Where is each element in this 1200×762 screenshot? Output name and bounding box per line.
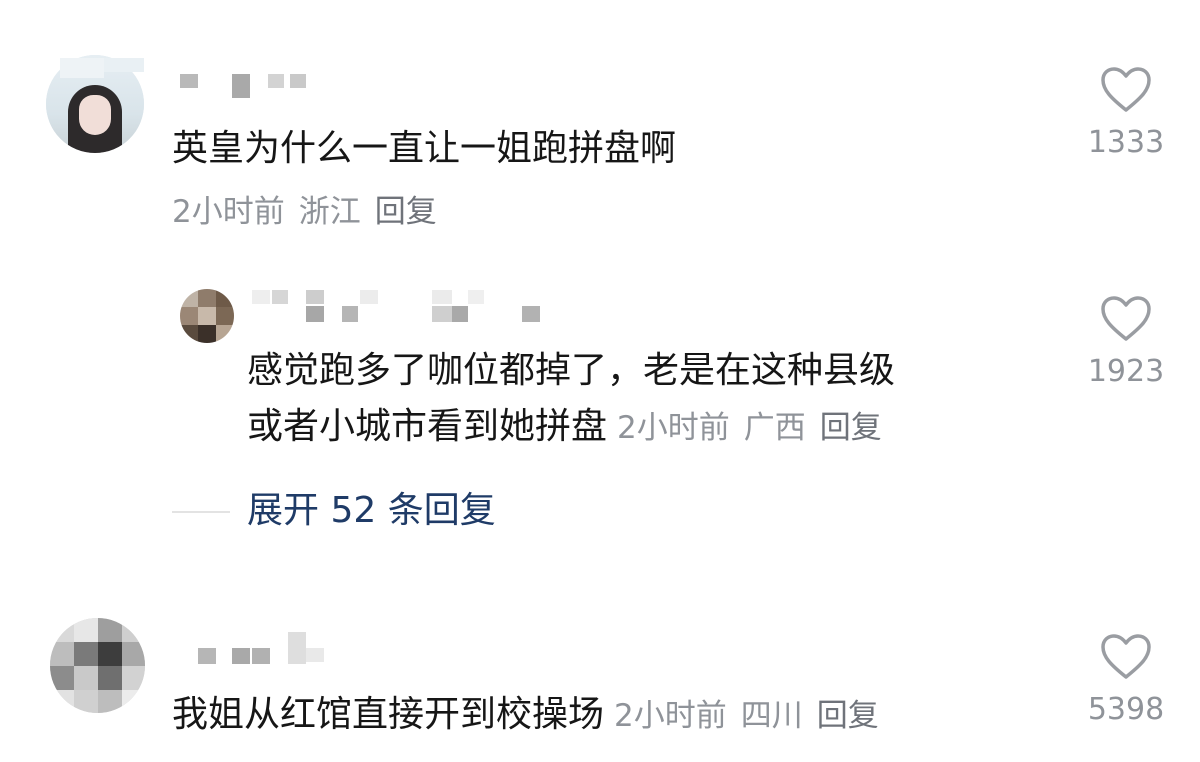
avatar-face	[79, 95, 111, 135]
like-button[interactable]: 1333	[1066, 66, 1186, 162]
avatar[interactable]	[50, 618, 145, 713]
comment-text-line-2: 或者小城市看到她拼盘 2小时前 广西 回复	[247, 402, 896, 453]
reply-button[interactable]: 回复	[820, 410, 882, 446]
expand-divider	[172, 511, 230, 513]
comment-time: 2小时前	[172, 194, 285, 230]
comment-location: 浙江	[298, 194, 361, 230]
comment-time: 2小时前	[617, 410, 730, 446]
comment-meta: 2小时前 四川 回复	[614, 698, 893, 734]
like-button[interactable]: 1923	[1066, 295, 1186, 391]
heart-outline-icon	[1101, 67, 1151, 112]
comment-text: 英皇为什么一直让一姐跑拼盘啊	[172, 128, 677, 169]
comment-text-row: 我姐从红馆直接开到校操场 2小时前 四川 回复	[172, 690, 893, 741]
avatar[interactable]	[180, 289, 234, 343]
reply-button[interactable]: 回复	[375, 194, 437, 230]
reply-button[interactable]: 回复	[817, 698, 879, 734]
like-count: 5398	[1087, 692, 1165, 727]
comment-meta: 2小时前 浙江 回复	[172, 192, 451, 232]
comment-text: 或者小城市看到她拼盘	[247, 406, 608, 447]
like-count: 1923	[1087, 354, 1165, 389]
comment-location: 四川	[740, 698, 803, 734]
like-button[interactable]: 5398	[1066, 633, 1186, 729]
comment-meta: 2小时前 广西 回复	[617, 410, 896, 446]
comment-text-line-1: 感觉跑多了咖位都掉了，老是在这种县级	[247, 350, 896, 391]
comment-text: 我姐从红馆直接开到校操场	[172, 694, 605, 735]
like-count: 1333	[1087, 125, 1165, 160]
expand-replies-link[interactable]: 展开 52 条回复	[247, 486, 496, 536]
comment-location: 广西	[743, 410, 806, 446]
comment-time: 2小时前	[614, 698, 727, 734]
heart-outline-icon	[1101, 296, 1151, 341]
heart-outline-icon	[1101, 634, 1151, 679]
